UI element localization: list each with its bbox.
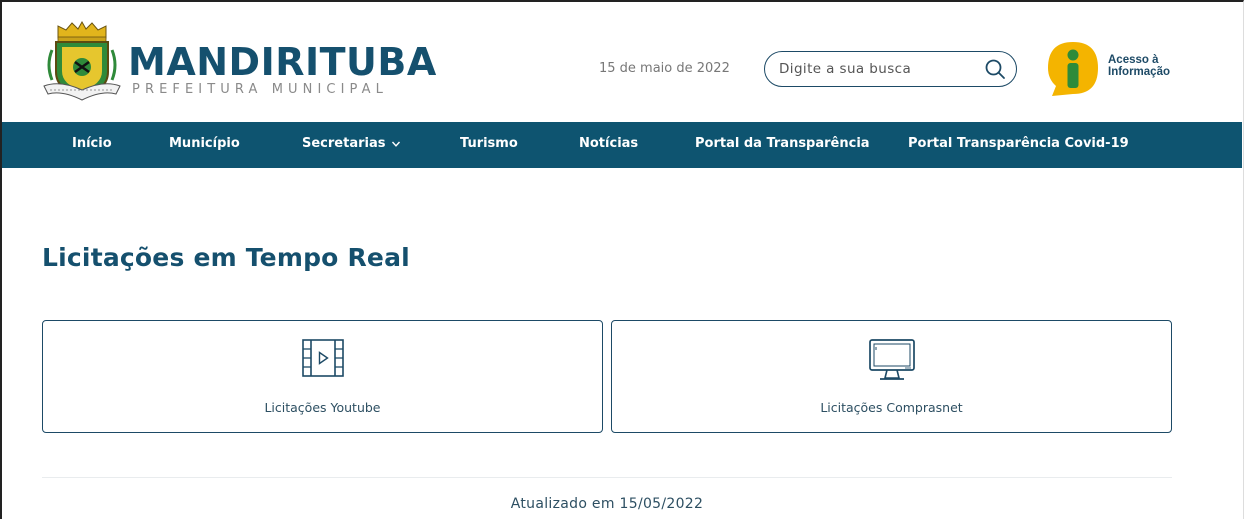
current-date: 15 de maio de 2022 xyxy=(599,61,730,76)
brand-name: MANDIRITUBA xyxy=(128,40,437,84)
site-logo[interactable]: MANDIRITUBA PREFEITURA MUNICIPAL xyxy=(40,20,436,110)
card-licitacoes-youtube[interactable]: Licitações Youtube xyxy=(42,320,603,433)
site-header: MANDIRITUBA PREFEITURA MUNICIPAL 15 de m… xyxy=(2,2,1242,122)
nav-item-turismo[interactable]: Turismo xyxy=(460,136,518,151)
video-film-icon xyxy=(301,339,344,377)
access-information-link[interactable]: Acesso à Informação xyxy=(1044,40,1184,100)
monitor-icon xyxy=(868,339,915,380)
nav-item-portal-covid[interactable]: Portal Transparência Covid-19 xyxy=(908,136,1129,151)
footer-divider xyxy=(42,477,1172,478)
brand-subtitle: PREFEITURA MUNICIPAL xyxy=(132,82,388,97)
main-navigation: Início Município Secretarias Turismo Not… xyxy=(2,122,1242,168)
card-label: Licitações Youtube xyxy=(264,400,381,415)
card-licitacoes-comprasnet[interactable]: Licitações Comprasnet xyxy=(611,320,1172,433)
access-information-label: Acesso à Informação xyxy=(1108,54,1170,78)
municipal-crest-icon xyxy=(43,20,121,101)
search-icon[interactable] xyxy=(984,58,1006,80)
chevron-down-icon xyxy=(392,141,401,147)
info-badge-icon xyxy=(1048,42,1098,96)
access-line-1: Acesso à xyxy=(1108,54,1159,66)
page-title: Licitações em Tempo Real xyxy=(42,243,410,272)
search-box xyxy=(764,51,1017,87)
access-line-2: Informação xyxy=(1108,66,1170,78)
last-updated-text: Atualizado em 15/05/2022 xyxy=(510,496,704,512)
search-input[interactable] xyxy=(779,58,969,80)
nav-item-inicio[interactable]: Início xyxy=(72,136,112,151)
card-label: Licitações Comprasnet xyxy=(820,400,963,415)
nav-item-municipio[interactable]: Município xyxy=(169,136,240,151)
nav-item-portal-transparencia[interactable]: Portal da Transparência xyxy=(695,136,870,151)
nav-item-secretarias[interactable]: Secretarias xyxy=(302,136,401,151)
nav-item-secretarias-label: Secretarias xyxy=(302,136,386,151)
nav-item-noticias[interactable]: Notícias xyxy=(579,136,638,151)
